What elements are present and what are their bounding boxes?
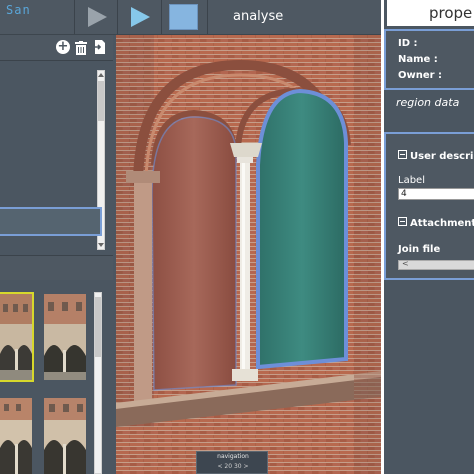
scroll-thumb[interactable]	[98, 81, 104, 121]
join-file-arrow-icon[interactable]: <	[402, 259, 409, 268]
thumbnail-header	[0, 255, 113, 280]
toolbar-divider	[117, 0, 118, 34]
label-field-label: Label	[398, 175, 425, 186]
attachment-section[interactable]: Attachment	[398, 217, 474, 229]
add-icon[interactable]: +	[56, 40, 70, 54]
thumbnail-courtyard-1[interactable]	[0, 292, 34, 382]
user-description-box: User descri Label Attachment Join file <	[384, 132, 474, 280]
attachment-header: Attachment	[410, 218, 474, 229]
navigation-title: navigation	[217, 453, 249, 460]
thumbnail-courtyard-2[interactable]	[44, 294, 86, 380]
join-file-label: Join file	[398, 244, 441, 255]
region-list-selected-row[interactable]	[0, 207, 102, 236]
thumbnail-scroll-thumb[interactable]	[95, 297, 101, 357]
thumbnail-courtyard-4[interactable]	[44, 398, 86, 474]
main-image-view[interactable]	[116, 35, 381, 474]
collapse-icon[interactable]	[398, 217, 407, 226]
select-tool-icon[interactable]	[88, 7, 107, 27]
thumbnail-scrollbar[interactable]	[94, 292, 102, 474]
toolbar-divider	[161, 0, 162, 34]
properties-title: prope	[387, 0, 474, 26]
toolbar-divider	[207, 0, 208, 34]
scroll-up-icon[interactable]	[98, 73, 104, 77]
top-toolbar: San analyse	[0, 0, 381, 35]
mode-label[interactable]: analyse	[233, 9, 283, 24]
navigation-widget[interactable]: navigation < 20 30 >	[196, 451, 268, 474]
scroll-down-icon[interactable]	[98, 243, 104, 247]
id-label: ID :	[398, 38, 418, 49]
trash-icon[interactable]	[75, 40, 87, 59]
export-icon[interactable]	[93, 39, 107, 59]
thumbnail-courtyard-3[interactable]	[0, 398, 32, 474]
region-data-label: region data	[396, 96, 460, 109]
label-input[interactable]	[398, 188, 474, 200]
join-file-input[interactable]: <	[398, 259, 474, 270]
thumbnail-strip	[0, 280, 113, 474]
region-info-box: ID : Name : Owner :	[384, 29, 474, 90]
user-description-section[interactable]: User descri	[398, 150, 473, 162]
play-tool-icon[interactable]	[131, 7, 150, 27]
owner-label: Owner :	[398, 70, 443, 81]
name-label: Name :	[398, 54, 438, 65]
navigation-ticks[interactable]: < 20 30 >	[197, 463, 269, 470]
app-title: San	[6, 3, 31, 17]
left-panel-header: +	[0, 35, 113, 61]
user-description-header: User descri	[410, 151, 474, 162]
collapse-icon[interactable]	[398, 150, 407, 159]
rectangle-tool-icon[interactable]	[169, 4, 198, 30]
toolbar-divider	[74, 0, 75, 34]
